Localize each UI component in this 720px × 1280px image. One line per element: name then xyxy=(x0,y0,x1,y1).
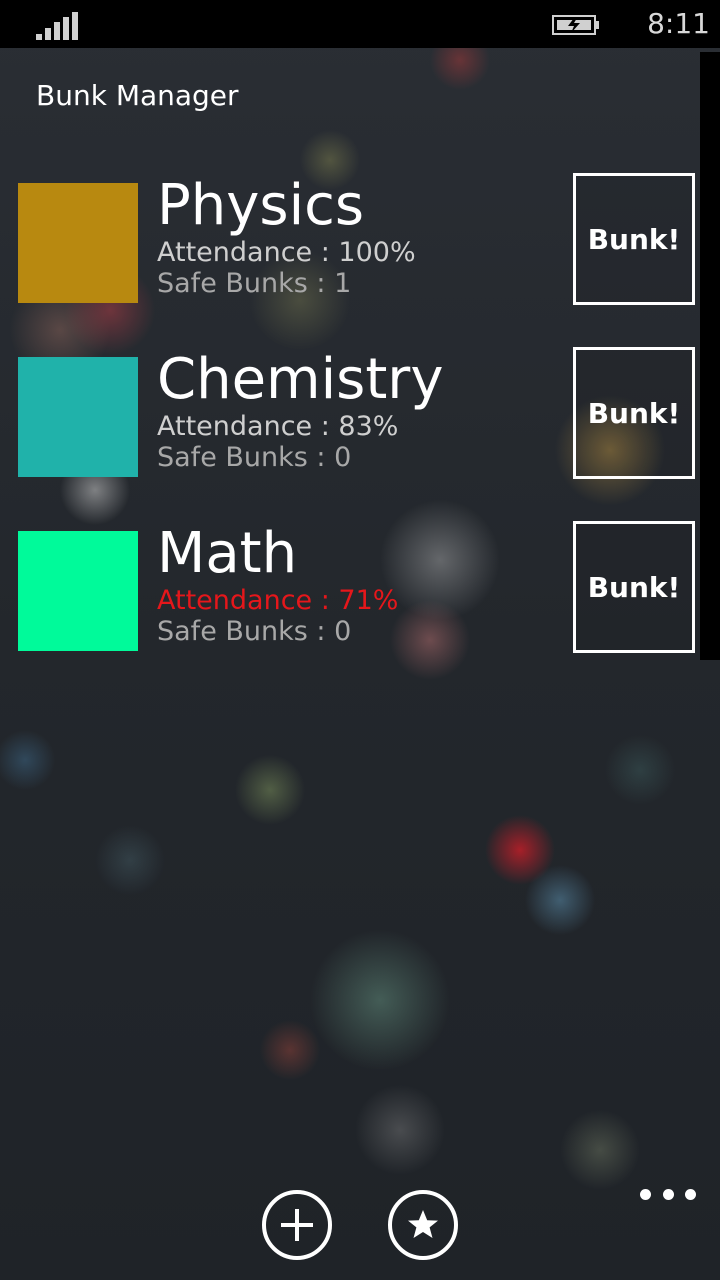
subject-name: Chemistry xyxy=(157,347,444,412)
attendance-text: Attendance : 100% xyxy=(157,237,416,268)
status-clock: 8:11 xyxy=(647,7,710,40)
safe-bunks-text: Safe Bunks : 1 xyxy=(157,268,352,299)
signal-bars-icon xyxy=(36,12,80,40)
attendance-text: Attendance : 71% xyxy=(157,585,399,616)
attendance-text: Attendance : 83% xyxy=(157,411,399,442)
bunk-button[interactable]: Bunk! xyxy=(573,521,695,653)
subject-color-tile xyxy=(18,531,138,651)
add-icon xyxy=(281,1209,313,1241)
safe-bunks-text: Safe Bunks : 0 xyxy=(157,616,352,647)
bunk-button[interactable]: Bunk! xyxy=(573,173,695,305)
subject-row-math[interactable]: Math Attendance : 71% Safe Bunks : 0 Bun… xyxy=(18,521,708,661)
safe-bunks-text: Safe Bunks : 0 xyxy=(157,442,352,473)
add-button[interactable] xyxy=(262,1190,332,1260)
phone-screen: 8:11 Bunk Manager Physics Attendance : 1… xyxy=(0,0,720,1280)
app-title: Bunk Manager xyxy=(36,79,239,112)
battery-charging-icon xyxy=(552,15,599,35)
subject-name: Physics xyxy=(157,173,365,238)
favorite-button[interactable] xyxy=(388,1190,458,1260)
subject-name: Math xyxy=(157,521,298,586)
subject-row-physics[interactable]: Physics Attendance : 100% Safe Bunks : 1… xyxy=(18,173,708,313)
status-bar: 8:11 xyxy=(0,0,720,48)
subject-row-chemistry[interactable]: Chemistry Attendance : 83% Safe Bunks : … xyxy=(18,347,708,487)
star-icon xyxy=(408,1210,438,1238)
ellipsis-icon[interactable] xyxy=(640,1182,696,1206)
subject-color-tile xyxy=(18,183,138,303)
subject-color-tile xyxy=(18,357,138,477)
bunk-button[interactable]: Bunk! xyxy=(573,347,695,479)
debug-side-strip xyxy=(700,52,720,660)
app-bar xyxy=(0,1170,720,1280)
